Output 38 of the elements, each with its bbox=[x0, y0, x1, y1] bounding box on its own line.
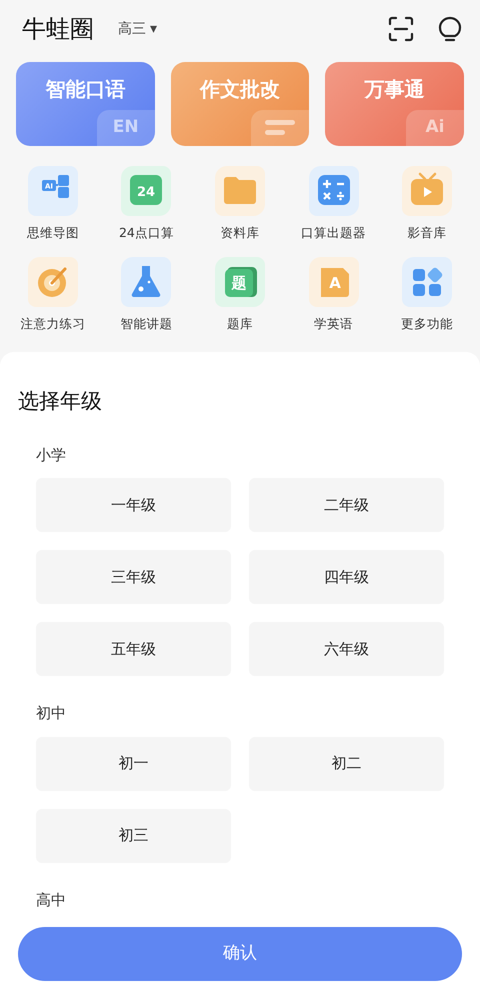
flask-icon bbox=[121, 256, 172, 307]
grade-option[interactable]: 五年级 bbox=[36, 622, 231, 676]
grade-option[interactable]: 一年级 bbox=[36, 478, 231, 532]
grade-option[interactable]: 二年级 bbox=[249, 478, 444, 532]
sheet-title: 选择年级 bbox=[18, 388, 103, 415]
folder-icon bbox=[214, 166, 265, 216]
grade-option[interactable]: 初三 bbox=[36, 808, 231, 862]
section-label: 初中 bbox=[36, 703, 67, 724]
tool-item[interactable]: 更多功能 bbox=[380, 256, 474, 334]
tool-item[interactable]: 影音库 bbox=[380, 166, 474, 243]
grade-option[interactable]: 初二 bbox=[249, 736, 444, 790]
app-title: 牛蛙圈 bbox=[22, 14, 94, 45]
letter-card-icon: A bbox=[308, 256, 359, 307]
section-label: 小学 bbox=[36, 444, 67, 466]
badge-label: Ai bbox=[406, 110, 464, 146]
grade-dropdown[interactable]: 高三 ▾ bbox=[118, 18, 158, 40]
tool-item[interactable]: 24 24点口算 bbox=[100, 166, 194, 243]
grade-option[interactable]: 六年级 bbox=[249, 622, 444, 676]
scan-icon[interactable] bbox=[388, 16, 414, 42]
tv-icon bbox=[402, 166, 452, 216]
calculator-icon bbox=[308, 166, 359, 216]
chat-bubble-icon[interactable] bbox=[438, 16, 462, 42]
grade-option[interactable]: 初一 bbox=[36, 736, 231, 790]
calendar-icon: 24 bbox=[121, 166, 172, 216]
section-label: 高中 bbox=[36, 890, 67, 910]
tool-item[interactable]: A 学英语 bbox=[286, 256, 380, 334]
grade-option[interactable]: 三年级 bbox=[36, 550, 231, 604]
tool-item[interactable]: 口算出题器 bbox=[286, 166, 380, 243]
lines-icon bbox=[265, 119, 296, 137]
badge-label: EN bbox=[96, 110, 155, 146]
tool-item[interactable]: 智能讲题 bbox=[100, 256, 194, 334]
target-icon bbox=[28, 256, 78, 307]
tool-item[interactable]: 资料库 bbox=[193, 166, 287, 243]
grade-option[interactable]: 四年级 bbox=[249, 550, 444, 604]
tool-item[interactable]: 题 题库 bbox=[193, 256, 287, 334]
grid-icon bbox=[402, 256, 452, 307]
book-icon: 题 bbox=[214, 256, 265, 307]
tool-item[interactable]: 注意力练习 bbox=[6, 256, 100, 334]
